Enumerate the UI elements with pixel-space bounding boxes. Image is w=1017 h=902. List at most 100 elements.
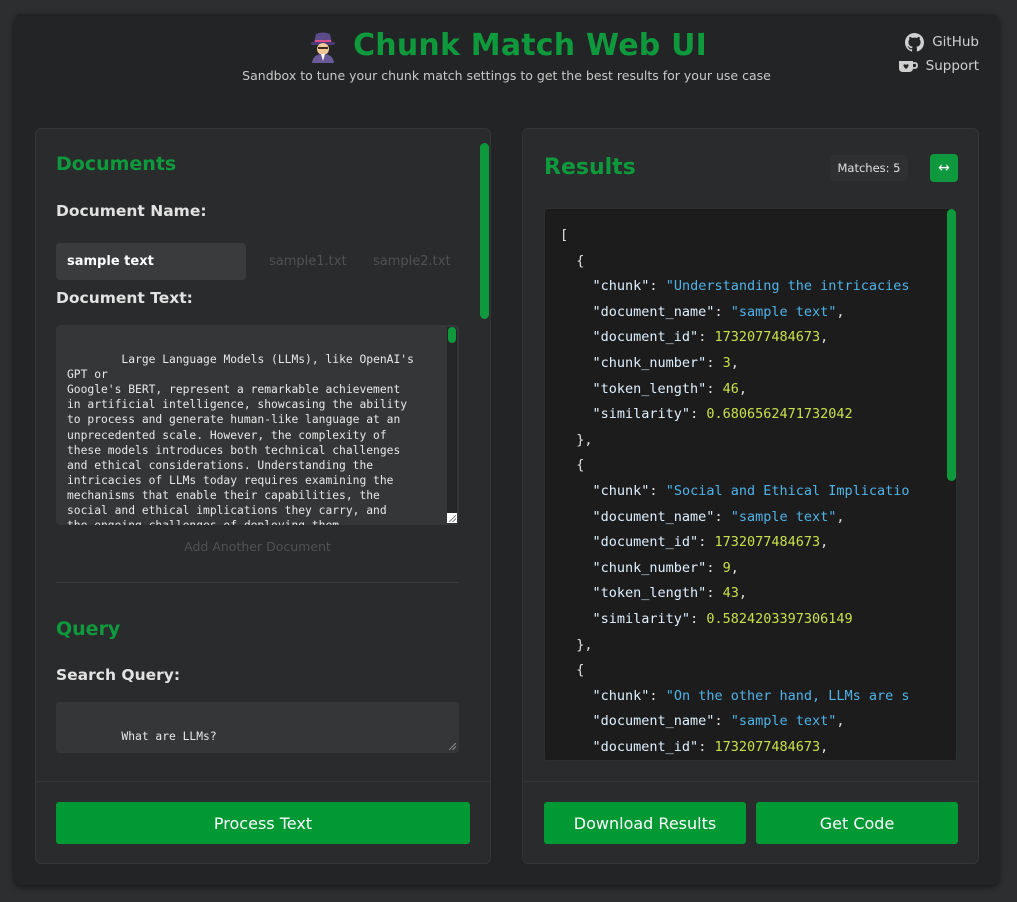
query-resize-handle[interactable] <box>447 741 457 751</box>
matches-badge: Matches: 5 <box>830 155 908 181</box>
json-line: "chunk_number": 9, <box>560 556 935 582</box>
title-row: Chunk Match Web UI <box>14 28 999 68</box>
json-line: { <box>560 453 935 479</box>
json-key: "similarity" <box>592 406 691 423</box>
json-number-value: 43 <box>722 585 739 602</box>
download-results-button[interactable]: Download Results <box>544 802 746 844</box>
add-document-button[interactable]: Add Another Document <box>56 539 459 554</box>
json-string-value: "sample text" <box>730 303 837 320</box>
json-line: "token_length": 43, <box>560 581 935 607</box>
json-number-value: 46 <box>722 380 739 397</box>
json-colon: : <box>690 610 707 627</box>
github-label: GitHub <box>932 34 979 50</box>
json-number-value: 3 <box>722 354 731 371</box>
github-icon <box>905 32 925 52</box>
input-panel-footer: Process Text <box>36 781 490 864</box>
json-line: "document_name": "sample text", <box>560 505 935 531</box>
search-query-input[interactable]: What are LLMs? <box>56 702 459 753</box>
json-number-value: 9 <box>722 559 731 576</box>
documents-section-title: Documents <box>56 153 177 175</box>
app-window: Chunk Match Web UI Sandbox to tune your … <box>14 14 999 885</box>
json-key: "chunk" <box>592 278 650 295</box>
json-string-value: "On the other hand, LLMs are s <box>665 687 910 704</box>
json-line: [ <box>560 223 935 249</box>
json-line: }, <box>560 428 935 454</box>
document-tab-sample-text[interactable]: sample text <box>56 243 246 280</box>
json-line: "document_name": "sample text", <box>560 300 935 326</box>
json-colon: : <box>706 380 723 397</box>
json-key: "chunk_number" <box>592 354 707 371</box>
document-text-area[interactable]: Large Language Models (LLMs), like OpenA… <box>56 325 459 525</box>
json-key: "document_name" <box>592 303 715 320</box>
input-scroll-area: Documents Document Name: sample text sam… <box>36 129 492 781</box>
document-text-scroll-thumb[interactable] <box>448 327 456 343</box>
json-colon: : <box>706 354 723 371</box>
json-colon: : <box>649 687 666 704</box>
json-key: "chunk_number" <box>592 559 707 576</box>
json-key: "document_name" <box>592 713 715 730</box>
input-panel: Documents Document Name: sample text sam… <box>35 128 491 864</box>
json-colon: : <box>649 482 666 499</box>
json-colon: : <box>706 585 723 602</box>
json-comma: , <box>836 303 845 320</box>
json-line: "chunk": "Understanding the intricacies <box>560 274 935 300</box>
document-tab-sample2[interactable]: sample2.txt <box>362 243 457 280</box>
json-line: { <box>560 249 935 275</box>
json-comma: , <box>730 354 739 371</box>
input-panel-scrollbar[interactable] <box>480 143 489 319</box>
support-link[interactable]: Support <box>898 54 979 78</box>
json-colon: : <box>690 406 707 423</box>
process-text-button[interactable]: Process Text <box>56 802 470 844</box>
json-line: "token_length": 46, <box>560 377 935 403</box>
top-links: GitHub Support <box>898 30 979 78</box>
document-text-scrollbar[interactable] <box>447 327 457 519</box>
coffee-cup-icon <box>898 61 918 72</box>
json-key: "document_id" <box>592 534 699 551</box>
json-line: "document_id": 1732077484673, <box>560 735 935 760</box>
json-comma: , <box>738 380 747 397</box>
json-key: "token_length" <box>592 380 707 397</box>
json-key: "document_id" <box>592 738 699 755</box>
json-line: "document_id": 1732077484673, <box>560 325 935 351</box>
json-bracket: [ <box>560 227 569 243</box>
json-colon: : <box>706 559 723 576</box>
resize-handle[interactable] <box>447 513 457 523</box>
json-line: "document_name": "sample text", <box>560 709 935 735</box>
section-divider <box>56 582 459 583</box>
json-brace: { <box>560 662 585 679</box>
json-brace: }, <box>560 636 593 653</box>
json-line: "chunk_number": 3, <box>560 351 935 377</box>
expand-results-button[interactable]: ↔ <box>930 154 958 182</box>
github-link[interactable]: GitHub <box>898 30 979 54</box>
json-colon: : <box>698 738 715 755</box>
json-number-value: 0.6806562471732042 <box>706 406 853 423</box>
support-label: Support <box>925 58 979 74</box>
document-tab-sample1[interactable]: sample1.txt <box>258 243 353 280</box>
json-line: "chunk": "On the other hand, LLMs are s <box>560 684 935 710</box>
app-title: Chunk Match Web UI <box>353 28 707 63</box>
json-number-value: 0.5824203397306149 <box>706 610 853 627</box>
horizontal-arrows-icon: ↔ <box>938 160 950 176</box>
json-brace: { <box>560 252 585 269</box>
get-code-button[interactable]: Get Code <box>756 802 958 844</box>
results-scrollbar[interactable] <box>947 209 956 481</box>
json-number-value: 1732077484673 <box>714 738 821 755</box>
results-json-viewer[interactable]: [ { "chunk": "Understanding the intricac… <box>544 208 957 761</box>
results-panel: Results Matches: 5 ↔ [ { "chunk": "Under… <box>522 128 979 864</box>
json-comma: , <box>730 559 739 576</box>
json-comma: , <box>820 534 829 551</box>
document-text-label: Document Text: <box>56 289 193 307</box>
json-number-value: 1732077484673 <box>714 534 821 551</box>
json-key: "chunk" <box>592 482 650 499</box>
json-key: "similarity" <box>592 610 691 627</box>
json-comma: , <box>836 713 845 730</box>
